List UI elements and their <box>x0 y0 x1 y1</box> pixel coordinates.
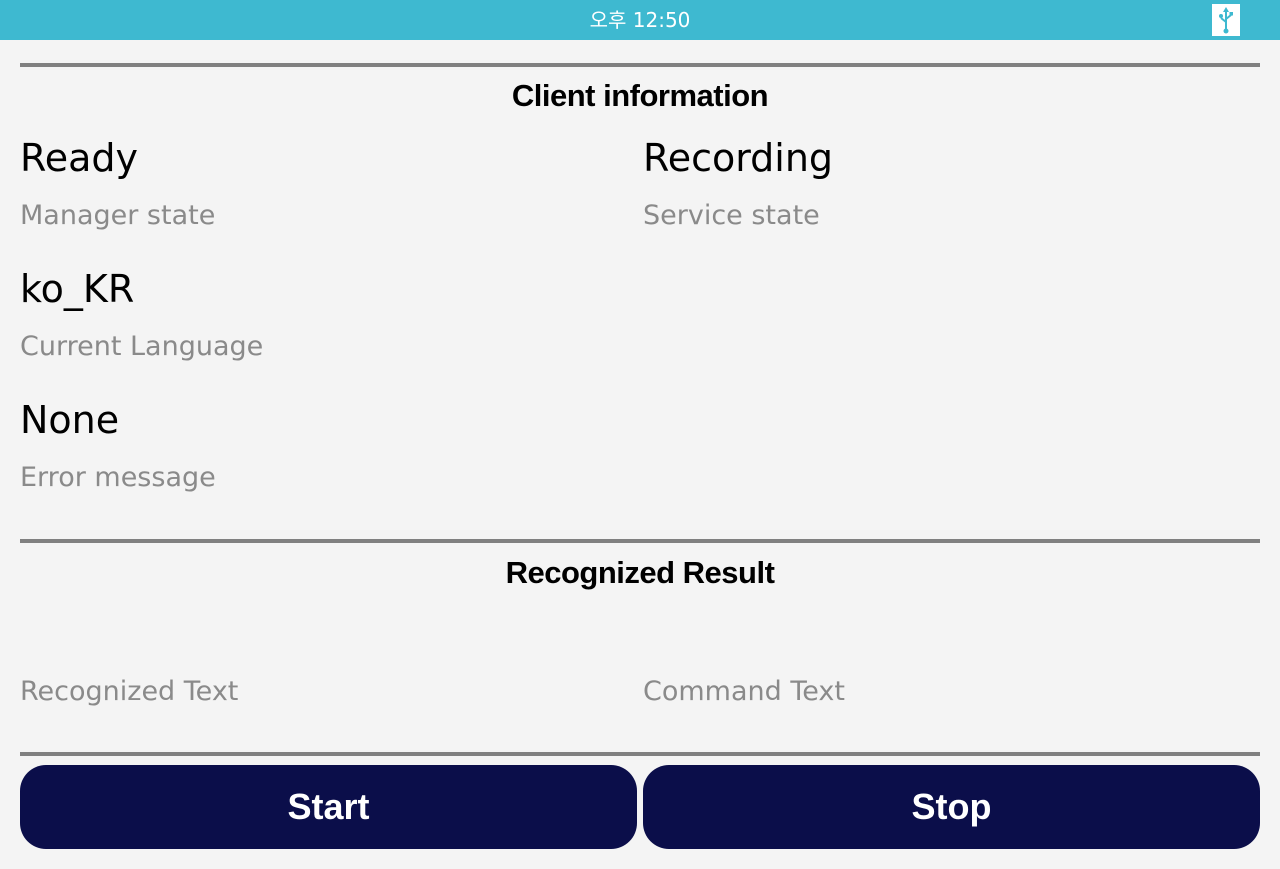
manager-state-value: Ready <box>20 136 138 180</box>
manager-state-label: Manager state <box>20 200 216 231</box>
current-language-value: ko_KR <box>20 267 135 311</box>
section-divider <box>20 539 1260 543</box>
stop-button[interactable]: Stop <box>643 765 1260 849</box>
section-divider <box>20 752 1260 756</box>
start-button[interactable]: Start <box>20 765 637 849</box>
status-time: 오후 12:50 <box>589 8 691 32</box>
command-text-label: Command Text <box>643 676 845 707</box>
client-info-title: Client information <box>511 78 769 113</box>
service-state-label: Service state <box>643 200 820 231</box>
error-message-value: None <box>20 398 120 442</box>
section-divider <box>20 63 1260 67</box>
service-state-value: Recording <box>643 136 834 180</box>
usb-icon <box>1212 4 1240 36</box>
error-message-label: Error message <box>20 462 216 493</box>
status-bar: 오후 12:50 <box>0 0 1280 40</box>
recognized-text-label: Recognized Text <box>20 676 239 707</box>
recognized-result-title: Recognized Result <box>505 555 775 590</box>
current-language-label: Current Language <box>20 331 264 362</box>
